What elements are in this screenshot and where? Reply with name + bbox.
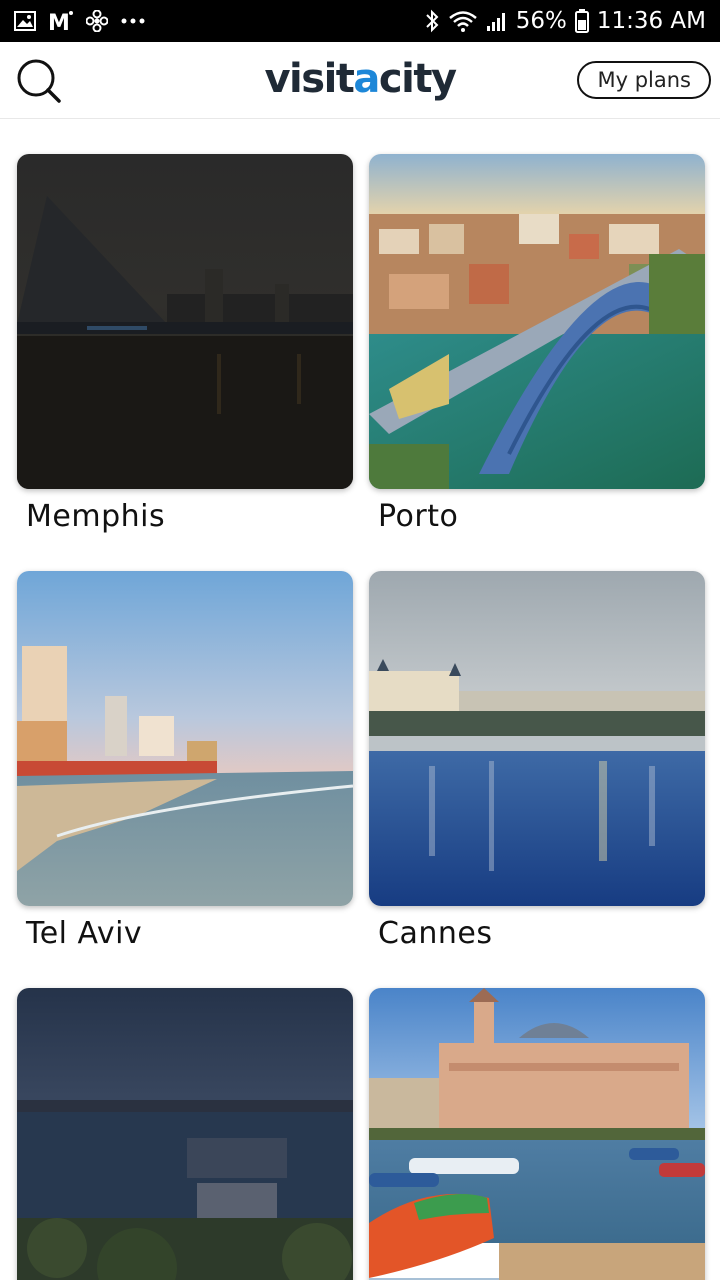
- bluetooth-icon: [424, 9, 440, 33]
- city-card-cannes[interactable]: Cannes: [369, 571, 705, 951]
- city-card-tel-aviv[interactable]: Tel Aviv: [17, 571, 353, 951]
- my-plans-button[interactable]: My plans: [577, 61, 711, 99]
- city-photo-porto: [369, 154, 705, 489]
- logo-prefix: visit: [264, 56, 354, 102]
- city-grid: Memphis Porto Tel Aviv Cannes: [0, 119, 720, 1280]
- city-name: Tel Aviv: [26, 916, 143, 951]
- fan-icon: [86, 10, 108, 32]
- city-card-porto[interactable]: Porto: [369, 154, 705, 534]
- city-name: Porto: [378, 499, 459, 534]
- logo-accent: a: [353, 56, 380, 102]
- city-card-5[interactable]: [17, 988, 353, 1280]
- clock: 11:36 AM: [596, 8, 706, 34]
- city-photo-tel-aviv: [17, 571, 353, 906]
- city-name: Cannes: [378, 916, 493, 951]
- city-photo-5: [17, 988, 353, 1280]
- app-header: visitacity My plans: [0, 42, 720, 119]
- battery-icon: [574, 9, 589, 33]
- city-photo-6: [369, 988, 705, 1280]
- image-icon: [14, 11, 36, 31]
- city-card-memphis[interactable]: Memphis: [17, 154, 353, 534]
- svg-text:M: M: [48, 11, 70, 32]
- gmail-icon: M: [48, 10, 74, 32]
- logo-suffix: city: [378, 56, 457, 102]
- city-card-6[interactable]: [369, 988, 705, 1280]
- signal-icon: [486, 10, 508, 32]
- status-bar: M 56% 11:36 AM: [0, 0, 720, 42]
- battery-percent: 56%: [515, 8, 567, 34]
- city-photo-cannes: [369, 571, 705, 906]
- city-name: Memphis: [26, 499, 166, 534]
- more-dots-icon: [120, 17, 146, 25]
- wifi-icon: [448, 9, 478, 33]
- city-photo-memphis: [17, 154, 353, 489]
